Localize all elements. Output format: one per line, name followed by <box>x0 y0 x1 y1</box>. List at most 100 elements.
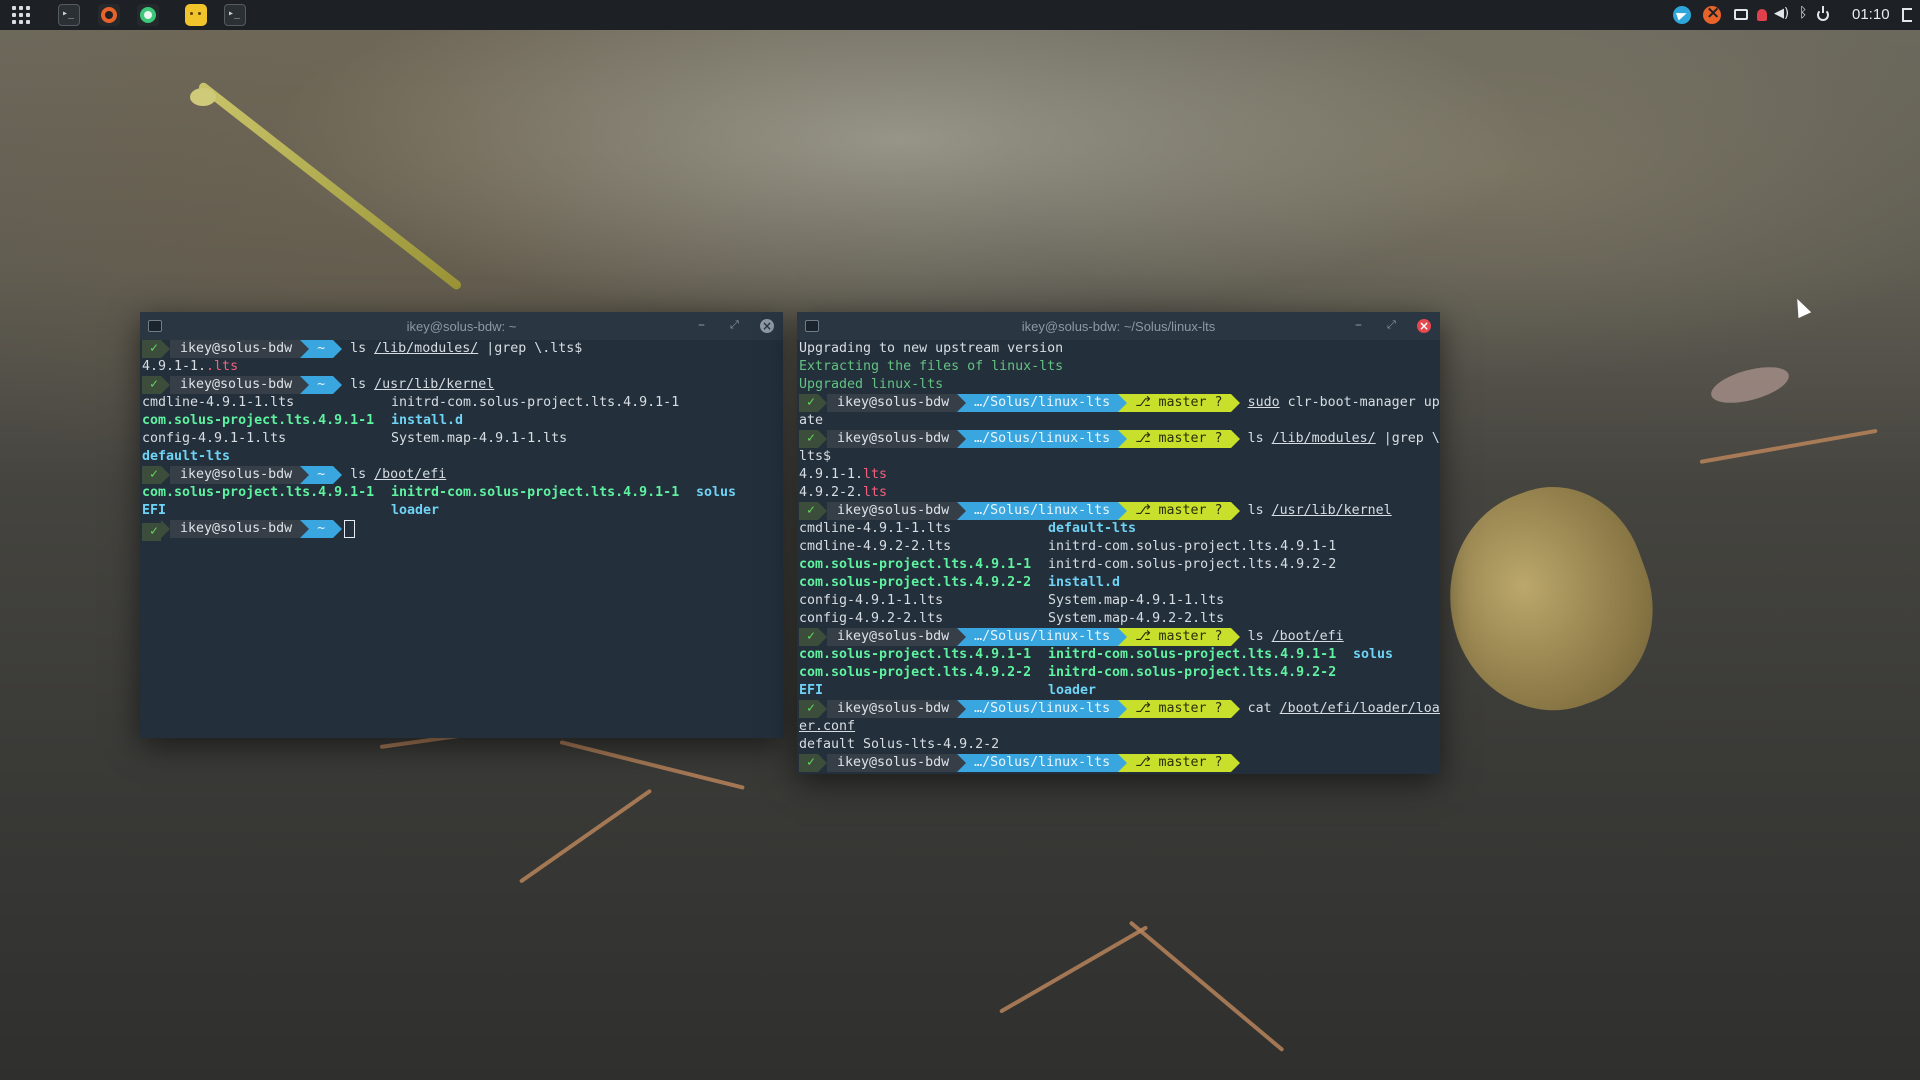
output-line: 4.9.2-2.lts <box>799 484 1438 502</box>
prompt-line: ✓ ikey@solus-bdw ~ <box>142 520 781 541</box>
apps-grid-icon[interactable] <box>12 6 32 24</box>
prompt-user: ikey@solus-bdw <box>827 628 958 646</box>
output-col: install.d <box>391 413 464 428</box>
output-col: com.solus-project.lts.4.9.1-1 <box>799 647 1032 662</box>
terminal-output[interactable]: ✓ ikey@solus-bdw ~ ls /lib/modules/ |grep … <box>142 340 781 738</box>
prompt-line: ✓ ikey@solus-bdw …/Solus/linux-lts ⎇ master… <box>799 430 1440 448</box>
git-branch: master ? <box>1158 395 1223 410</box>
prompt-git: ⎇ master ? <box>1127 394 1231 412</box>
command: ls <box>1247 431 1264 446</box>
output-col: default-lts <box>142 449 231 464</box>
output-col: config-4.9.1-1.lts <box>142 431 287 446</box>
minimize-button[interactable]: – <box>1355 317 1362 333</box>
terminal-window-home[interactable]: ikey@solus-bdw: ~ – ⤢ × ✓ ikey@solus-bdw ~… <box>140 312 783 738</box>
terminal-output[interactable]: Upgrading to new upstream version Extrac… <box>799 340 1440 774</box>
window-titlebar[interactable]: ikey@solus-bdw: ~ – ⤢ × <box>140 312 783 340</box>
git-branch-icon: ⎇ <box>1135 755 1159 770</box>
status-check-icon: ✓ <box>142 466 162 484</box>
prompt-dir: …/Solus/linux-lts <box>966 394 1119 412</box>
close-button[interactable]: × <box>1417 319 1431 333</box>
output-col: loader <box>391 503 440 518</box>
output-col: com.solus-project.lts.4.9.1-1 <box>799 557 1032 572</box>
hexchat-icon[interactable] <box>98 4 120 26</box>
minimize-button[interactable]: – <box>698 317 705 333</box>
prompt-line: ✓ ikey@solus-bdw …/Solus/linux-lts ⎇ master… <box>799 394 1440 412</box>
output-line: com.solus-project.lts.4.9.2-2 install.d <box>799 574 1438 592</box>
screen-icon[interactable] <box>1734 9 1748 20</box>
wallpaper-needle <box>999 925 1149 1014</box>
prompt-dir: …/Solus/linux-lts <box>966 502 1119 520</box>
output-line: ate <box>799 412 1438 430</box>
command: ls <box>350 377 367 392</box>
output-col: cmdline-4.9.1-1.lts <box>142 395 295 410</box>
output-col: com.solus-project.lts.4.9.2-2 <box>799 575 1032 590</box>
emoji-app-icon[interactable] <box>185 4 207 26</box>
top-panel: ▸_ ▸_ ◀) ᛒ 01:10 <box>0 0 1920 30</box>
output-col: com.solus-project.lts.4.9.2-2 <box>799 665 1032 680</box>
maximize-button[interactable]: ⤢ <box>1387 318 1396 332</box>
status-check-icon: ✓ <box>799 502 819 520</box>
notification-bell-icon[interactable] <box>1757 9 1767 21</box>
output-col: com.solus-project.lts.4.9.1-1 <box>142 485 375 500</box>
window-title: ikey@solus-bdw: ~/Solus/linux-lts <box>1021 319 1216 334</box>
chrome-green-icon[interactable] <box>137 4 159 26</box>
prompt-dir: ~ <box>309 466 334 484</box>
command-rest: |grep \.lts$ <box>478 341 583 356</box>
prompt-dir: …/Solus/linux-lts <box>966 628 1119 646</box>
wallpaper-stick-head <box>190 88 216 106</box>
power-icon[interactable] <box>1817 6 1829 21</box>
prompt-user: ikey@solus-bdw <box>827 754 958 772</box>
output-col: com.solus-project.lts.4.9.1-1 <box>142 413 375 428</box>
prompt-git: ⎇ master ? <box>1127 430 1231 448</box>
telegram-icon[interactable] <box>1673 6 1691 24</box>
command-arg: /usr/lib/kernel <box>374 377 495 392</box>
output-line: EFI loader <box>799 682 1438 700</box>
maximize-button[interactable]: ⤢ <box>730 318 739 332</box>
output-col: cmdline-4.9.1-1.lts <box>799 521 952 536</box>
prompt-user: ikey@solus-bdw <box>827 700 958 718</box>
prompt-line: ✓ ikey@solus-bdw ~ ls /usr/lib/kernel <box>142 376 781 394</box>
git-branch: master ? <box>1158 431 1223 446</box>
prompt-dir: …/Solus/linux-lts <box>966 430 1119 448</box>
match-text: lts <box>863 467 888 482</box>
command: ls <box>350 467 367 482</box>
logout-icon[interactable] <box>1902 8 1912 22</box>
output-col: System.map-4.9.1-1.lts <box>1048 593 1225 608</box>
output-line: 4.9.1-1.lts <box>799 466 1438 484</box>
window-title: ikey@solus-bdw: ~ <box>406 319 517 334</box>
terminal-icon[interactable]: ▸_ <box>224 4 246 26</box>
output-col: EFI <box>799 683 824 698</box>
close-button[interactable]: × <box>760 319 774 333</box>
terminal-window-linux-lts[interactable]: ikey@solus-bdw: ~/Solus/linux-lts – ⤢ × … <box>797 312 1440 774</box>
command: sudo <box>1247 395 1280 410</box>
clock[interactable]: 01:10 <box>1852 6 1890 23</box>
output-col: initrd-com.solus-project.lts.4.9.1-1 <box>1048 539 1337 554</box>
command-arg: /lib/modules/ <box>374 341 479 356</box>
volume-icon[interactable]: ◀) <box>1774 6 1792 24</box>
output-line: Upgraded linux-lts <box>799 376 1438 394</box>
wallpaper-needle <box>1699 428 1878 464</box>
output-text: Upgraded linux-lts <box>799 377 944 392</box>
output-col: initrd-com.solus-project.lts.4.9.2-2 <box>1048 665 1337 680</box>
output-line: config-4.9.2-2.lts System.map-4.9.2-2.lts <box>799 610 1438 628</box>
output-line: default-lts <box>142 448 781 466</box>
output-text: default Solus-lts-4.9.2-2 <box>799 737 1000 752</box>
terminal-icon[interactable]: ▸_ <box>58 4 80 26</box>
command: cat <box>1247 701 1272 716</box>
output-line: com.solus-project.lts.4.9.1-1 install.d <box>142 412 781 430</box>
git-branch: master ? <box>1158 755 1223 770</box>
bluetooth-icon[interactable]: ᛒ <box>1799 5 1817 23</box>
output-line: Extracting the files of linux-lts <box>799 358 1438 376</box>
git-branch-icon: ⎇ <box>1135 431 1159 446</box>
wallpaper-needle <box>1128 920 1285 1053</box>
prompt-line: ✓ ikey@solus-bdw …/Solus/linux-lts ⎇ master… <box>799 628 1438 646</box>
command-rest: clr-boot-manager upd <box>1279 395 1440 410</box>
prompt-user: ikey@solus-bdw <box>170 376 301 394</box>
window-titlebar[interactable]: ikey@solus-bdw: ~/Solus/linux-lts – ⤢ × <box>797 312 1440 340</box>
git-branch-icon: ⎇ <box>1135 629 1159 644</box>
output-text: 4.9.2-2. <box>799 485 864 500</box>
prompt-dir: ~ <box>309 376 334 394</box>
prompt-user: ikey@solus-bdw <box>170 520 301 538</box>
output-line: EFI loader <box>142 502 781 520</box>
status-x-icon[interactable] <box>1703 3 1721 24</box>
